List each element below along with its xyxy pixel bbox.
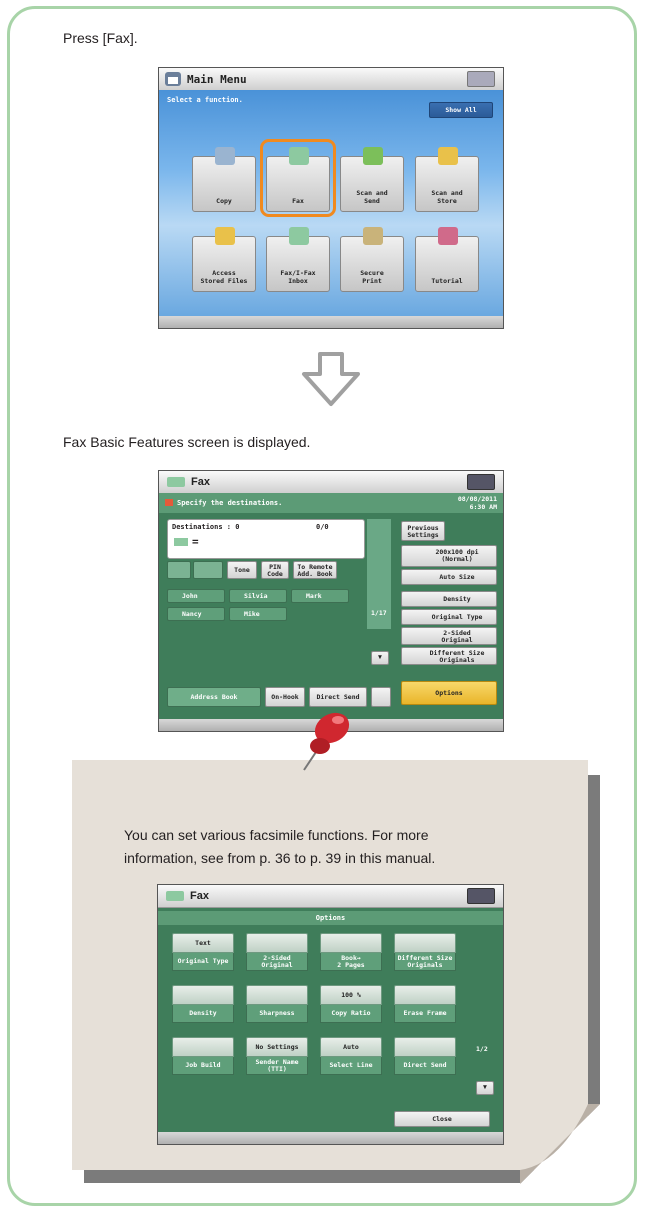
density-button[interactable]: Density — [401, 591, 497, 607]
step1-instruction: Press [Fax]. — [63, 30, 138, 46]
pen-icon[interactable] — [371, 687, 391, 707]
auto-size-button[interactable]: Auto Size — [401, 569, 497, 585]
note-text-line1: You can set various facsimile functions.… — [124, 827, 429, 843]
option-two-sided[interactable]: 2-Sided Original — [246, 933, 308, 971]
close-button[interactable]: Close — [394, 1111, 490, 1127]
destinations-label: Destinations : 0 — [172, 523, 240, 531]
options-screenshot: Fax Options Text Original Type 2-Sided Or… — [157, 884, 504, 1145]
disabled-key-1 — [167, 561, 191, 579]
option-sharpness[interactable]: Sharpness — [246, 985, 308, 1023]
options-scroll-down[interactable]: ▼ — [476, 1081, 494, 1095]
disabled-key-2 — [193, 561, 223, 579]
warning-icon — [165, 499, 173, 506]
fax-dest-icon — [174, 538, 188, 546]
tutorial-icon — [438, 227, 458, 245]
fax-title: Fax — [191, 476, 210, 488]
previous-settings-button[interactable]: Previous Settings — [401, 521, 445, 541]
scan-and-store-button[interactable]: Scan and Store — [415, 147, 479, 212]
time-text: 6:30 AM — [469, 503, 497, 511]
destinations-count: 0/0 — [316, 523, 329, 531]
options-header: Options — [158, 911, 503, 925]
option-copy-ratio[interactable]: 100 % Copy Ratio — [320, 985, 382, 1023]
name-silvia[interactable]: Silvia — [229, 589, 287, 603]
scan-and-send-button[interactable]: Scan and Send — [340, 147, 404, 212]
note-text-line2: information, see from p. 36 to p. 39 in … — [124, 850, 436, 866]
option-direct-send[interactable]: Direct Send — [394, 1037, 456, 1075]
pushpin-icon — [303, 712, 350, 771]
fax-basic-screenshot: Fax Specify the destinations. 08/08/2011… — [158, 470, 504, 732]
stored-files-icon — [215, 227, 235, 245]
options-statusbar — [158, 1132, 503, 1144]
down-arrow-icon — [302, 352, 360, 406]
equals-sign: = — [192, 535, 199, 548]
scan-store-icon — [438, 147, 458, 165]
original-type-button[interactable]: Original Type — [401, 609, 497, 625]
resolution-button[interactable]: 200x100 dpi (Normal) — [401, 545, 497, 567]
date-text: 08/08/2011 — [457, 495, 497, 503]
option-job-build[interactable]: Job Build — [172, 1037, 234, 1075]
options-button[interactable]: Options — [401, 681, 497, 705]
option-book-pages[interactable]: Book→ 2 Pages — [320, 933, 382, 971]
fax-title-icon — [166, 891, 184, 901]
status-monitor-button[interactable] — [467, 888, 495, 904]
page-indicator: 1/17 — [371, 609, 387, 617]
fax-titlebar: Fax — [159, 471, 503, 494]
status-monitor-button[interactable] — [467, 474, 495, 490]
address-book-button[interactable]: Address Book — [167, 687, 261, 707]
secure-print-button[interactable]: Secure Print — [340, 227, 404, 292]
status-monitor-button[interactable] — [467, 71, 495, 87]
option-density[interactable]: Density — [172, 985, 234, 1023]
main-menu-screenshot: Main Menu Select a function. Show All Co… — [158, 67, 504, 329]
option-different-size[interactable]: Different Size Originals — [394, 933, 456, 971]
option-erase-frame[interactable]: Erase Frame — [394, 985, 456, 1023]
message-text: Specify the destinations. — [177, 499, 283, 507]
options-titlebar: Fax — [158, 885, 503, 908]
access-stored-files-button[interactable]: Access Stored Files — [192, 227, 256, 292]
step2-instruction: Fax Basic Features screen is displayed. — [63, 434, 311, 450]
show-all-button[interactable]: Show All — [429, 102, 493, 118]
main-menu-titlebar: Main Menu — [159, 68, 503, 91]
fax-inbox-button[interactable]: Fax/I-Fax Inbox — [266, 227, 330, 292]
scroll-down-button[interactable]: ▼ — [371, 651, 389, 665]
name-john[interactable]: John — [167, 589, 225, 603]
home-icon — [165, 72, 181, 86]
destinations-box[interactable]: Destinations : 0 0/0 = — [167, 519, 365, 559]
option-original-type[interactable]: Text Original Type — [172, 933, 234, 971]
name-mark[interactable]: Mark — [291, 589, 349, 603]
pin-code-button[interactable]: PIN Code — [261, 561, 289, 579]
two-sided-button[interactable]: 2-Sided Original — [401, 627, 497, 645]
main-menu-statusbar — [159, 316, 503, 328]
name-mike[interactable]: Mike — [229, 607, 287, 621]
select-function-label: Select a function. — [167, 96, 243, 104]
page-curl-icon — [520, 1104, 600, 1184]
option-sender-name[interactable]: No Settings Sender Name (TTI) — [246, 1037, 308, 1075]
fax-title-icon — [167, 477, 185, 487]
message-bar: Specify the destinations. 08/08/2011 6:3… — [159, 493, 503, 513]
copy-button[interactable]: Copy — [192, 147, 256, 212]
option-select-line[interactable]: Auto Select Line — [320, 1037, 382, 1075]
scan-send-icon — [363, 147, 383, 165]
fax-highlight-box — [260, 139, 336, 217]
tutorial-button[interactable]: Tutorial — [415, 227, 479, 292]
secure-print-icon — [363, 227, 383, 245]
main-menu-title: Main Menu — [187, 72, 247, 86]
tone-button[interactable]: Tone — [227, 561, 257, 579]
remote-address-book-button[interactable]: To Remote Add. Book — [293, 561, 337, 579]
options-page-indicator: 1/2 — [476, 1045, 488, 1053]
copy-icon — [215, 147, 235, 165]
fax-inbox-icon — [289, 227, 309, 245]
options-fax-title: Fax — [190, 890, 209, 902]
name-nancy[interactable]: Nancy — [167, 607, 225, 621]
different-size-button[interactable]: Different Size Originals — [401, 647, 497, 665]
